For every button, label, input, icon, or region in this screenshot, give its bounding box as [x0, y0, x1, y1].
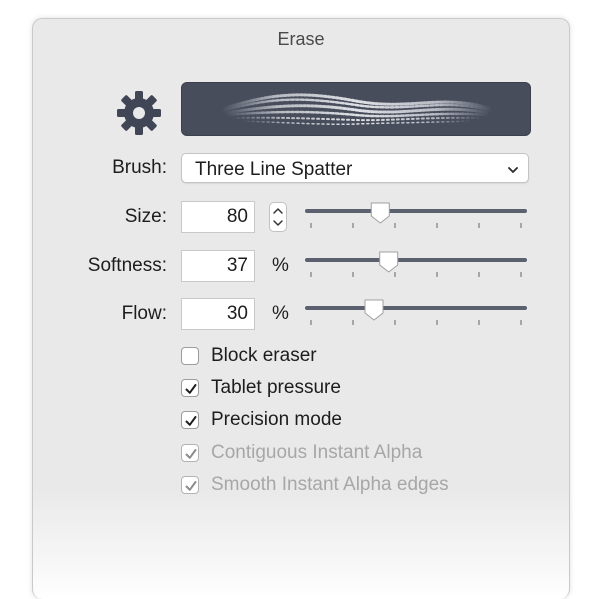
slider-thumb [364, 299, 384, 321]
checkbox-box[interactable] [181, 411, 199, 429]
chevron-down-icon [507, 163, 519, 175]
softness-slider[interactable] [303, 250, 529, 280]
checkbox-box [181, 444, 199, 462]
panel-title: Erase [277, 29, 325, 49]
stepper-icon [273, 208, 283, 226]
checkbox-label: Block eraser [211, 345, 317, 366]
softness-unit: % [272, 255, 289, 276]
checkmark-icon [185, 384, 197, 394]
checkbox-label: Tablet pressure [211, 377, 341, 398]
brush-select[interactable]: Three Line Spatter [181, 153, 529, 183]
checkbox-box[interactable] [181, 379, 199, 397]
size-label: Size: [124, 206, 167, 227]
flow-input[interactable]: 30 [181, 298, 255, 330]
slider-track [305, 209, 527, 213]
checkmark-icon [185, 481, 197, 491]
softness-input[interactable]: 37 [181, 250, 255, 282]
checkbox-box [181, 476, 199, 494]
checkmark-icon [185, 416, 197, 426]
brush-select-value: Three Line Spatter [195, 159, 353, 180]
flow-slider[interactable] [303, 298, 529, 328]
slider-thumb [370, 202, 390, 224]
size-input[interactable]: 80 [181, 201, 255, 233]
slider-thumb [379, 251, 399, 273]
slider-track [305, 258, 527, 262]
size-stepper[interactable] [269, 202, 287, 232]
checkbox-label: Precision mode [211, 409, 342, 430]
brush-label: Brush: [112, 157, 167, 178]
checkbox-label: Smooth Instant Alpha edges [211, 474, 449, 495]
erase-panel: Erase Brush: Three Line Spatter Size: 80… [32, 18, 570, 599]
gear-icon[interactable] [115, 89, 163, 137]
size-slider[interactable] [303, 201, 529, 231]
checkmark-icon [185, 449, 197, 459]
flow-label: Flow: [121, 303, 167, 324]
slider-track [305, 306, 527, 310]
softness-label: Softness: [87, 255, 167, 276]
checkbox-label: Contiguous Instant Alpha [211, 442, 423, 463]
checkbox-box[interactable] [181, 347, 199, 365]
flow-unit: % [272, 303, 289, 324]
brush-preview [181, 82, 531, 136]
